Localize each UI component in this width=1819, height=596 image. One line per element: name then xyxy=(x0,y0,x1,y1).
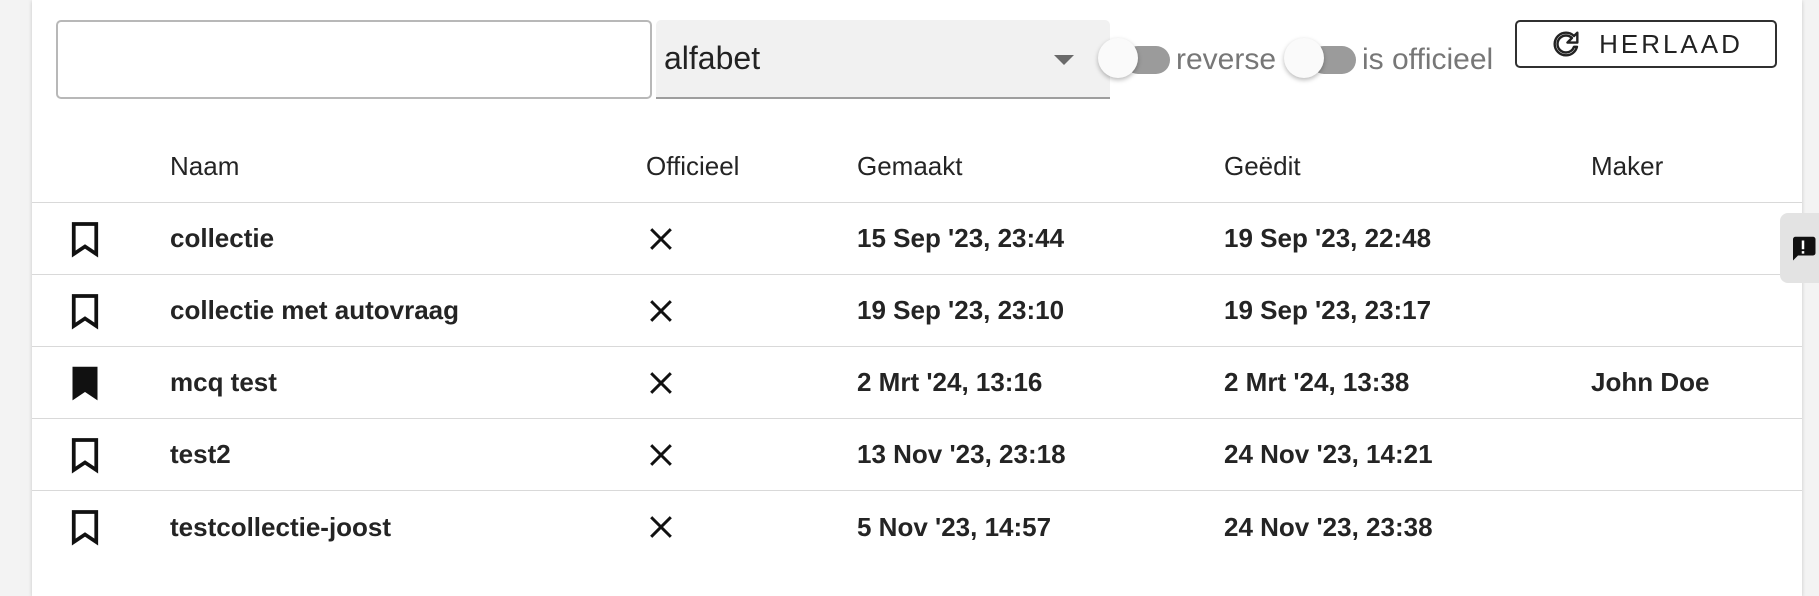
close-icon xyxy=(650,371,672,394)
bookmark-filled-icon[interactable] xyxy=(70,364,100,402)
sort-select-value: alfabet xyxy=(664,40,761,76)
name-column-header[interactable]: Naam xyxy=(170,130,590,202)
row-created: 13 Nov '23, 23:18 xyxy=(857,439,1066,469)
official-column-header[interactable]: Officieel xyxy=(646,130,766,202)
row-created: 19 Sep '23, 23:10 xyxy=(857,295,1065,325)
row-maker xyxy=(1591,203,1791,274)
row-created: 2 Mrt '24, 13:16 xyxy=(857,367,1043,397)
table-row[interactable]: collectie met autovraag 19 Sep '23, 23:1… xyxy=(32,275,1802,347)
table-row[interactable]: test2 13 Nov '23, 23:18 24 Nov '23, 14:2… xyxy=(32,419,1802,491)
bookmark-outline-icon[interactable] xyxy=(70,508,100,546)
table-row[interactable]: mcq test 2 Mrt '24, 13:16 2 Mrt '24, 13:… xyxy=(32,347,1802,419)
official-switch-thumb xyxy=(1284,38,1324,78)
close-icon xyxy=(650,299,672,322)
search-input[interactable] xyxy=(56,20,652,99)
reload-button[interactable]: HERLAAD xyxy=(1515,20,1777,68)
bookmark-outline-icon[interactable] xyxy=(70,436,100,474)
row-edited: 19 Sep '23, 22:48 xyxy=(1224,223,1432,253)
feedback-tab[interactable] xyxy=(1780,213,1819,283)
row-name: mcq test xyxy=(170,367,277,397)
reverse-toggle[interactable]: reverse xyxy=(1098,34,1276,86)
table-header-row: Naam Officieel Gemaakt Geëdit Maker xyxy=(32,130,1802,203)
close-icon xyxy=(650,516,672,538)
reload-label: HERLAAD xyxy=(1599,28,1743,59)
collections-table: Naam Officieel Gemaakt Geëdit Maker coll… xyxy=(32,130,1802,563)
row-edited: 24 Nov '23, 14:21 xyxy=(1224,439,1433,469)
row-edited: 19 Sep '23, 23:17 xyxy=(1224,295,1432,325)
chevron-down-icon xyxy=(1054,54,1074,65)
close-icon xyxy=(650,443,672,466)
row-edited: 2 Mrt '24, 13:38 xyxy=(1224,367,1410,397)
refresh-icon xyxy=(1553,31,1579,57)
row-maker xyxy=(1591,491,1791,563)
row-name: collectie met autovraag xyxy=(170,295,459,325)
table-row[interactable]: testcollectie-joost 5 Nov '23, 14:57 24 … xyxy=(32,491,1802,563)
edited-column-header[interactable]: Geëdit xyxy=(1224,130,1554,202)
official-switch[interactable] xyxy=(1284,34,1356,86)
row-edited: 24 Nov '23, 23:38 xyxy=(1224,511,1433,542)
sort-select[interactable]: alfabet xyxy=(656,20,1110,99)
row-created: 15 Sep '23, 23:44 xyxy=(857,223,1065,253)
row-name: test2 xyxy=(170,439,231,469)
maker-column-header[interactable]: Maker xyxy=(1591,130,1791,202)
created-column-header[interactable]: Gemaakt xyxy=(857,130,1177,202)
row-maker xyxy=(1591,419,1791,490)
bookmark-outline-icon[interactable] xyxy=(70,292,100,330)
row-maker xyxy=(1591,275,1791,346)
reverse-switch[interactable] xyxy=(1098,34,1170,86)
row-name: testcollectie-joost xyxy=(170,511,392,542)
row-created: 5 Nov '23, 14:57 xyxy=(857,511,1052,542)
table-row[interactable]: collectie 15 Sep '23, 23:44 19 Sep '23, … xyxy=(32,203,1802,275)
page: alfabet reverse is officieel HERLAAD Naa… xyxy=(0,0,1819,596)
official-toggle[interactable]: is officieel xyxy=(1284,34,1493,86)
official-label: is officieel xyxy=(1362,43,1494,76)
collection-card: alfabet reverse is officieel HERLAAD Naa… xyxy=(32,0,1802,596)
row-name: collectie xyxy=(170,223,275,253)
row-maker: John Doe xyxy=(1591,367,1710,397)
feedback-icon[interactable] xyxy=(1788,233,1818,263)
close-icon xyxy=(650,227,672,250)
reverse-label: reverse xyxy=(1176,43,1277,76)
bookmark-outline-icon[interactable] xyxy=(70,220,100,258)
reverse-switch-thumb xyxy=(1098,38,1138,78)
